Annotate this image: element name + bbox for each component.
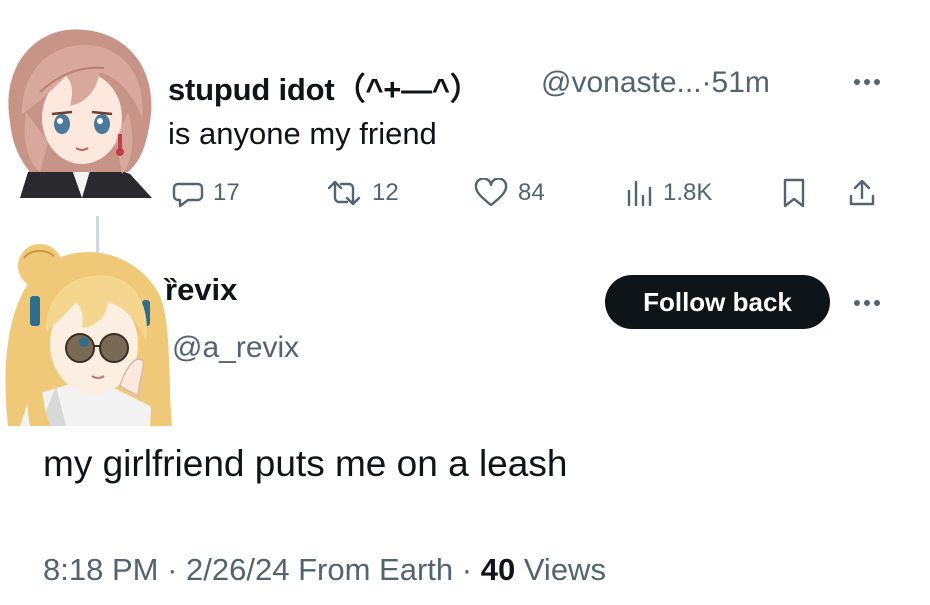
views-button[interactable]: 1.8K [624, 176, 712, 210]
follow-back-button[interactable]: Follow back [605, 275, 830, 329]
retweet-button[interactable]: 12 [325, 176, 399, 210]
separator: · [461, 552, 473, 587]
views-count: 1.8K [663, 179, 713, 206]
like-button[interactable]: 84 [473, 176, 545, 210]
views-label: Views [523, 552, 606, 587]
bookmark-button[interactable] [780, 176, 808, 210]
tweet-source: From Earth [298, 552, 454, 587]
timestamp[interactable]: 51m [712, 66, 770, 99]
tweet-time[interactable]: 8:18 PM [43, 552, 158, 587]
like-count: 84 [518, 179, 545, 206]
views-icon [627, 180, 652, 207]
avatar-vonaste[interactable] [0, 22, 155, 198]
display-name[interactable]: ȑevix [165, 272, 237, 308]
separator: · [167, 552, 178, 587]
more-icon[interactable] [847, 291, 887, 315]
retweet-count: 12 [372, 179, 399, 206]
like-icon [474, 178, 508, 207]
tweet-date[interactable]: 2/26/24 [186, 552, 289, 587]
avatar-revix[interactable] [0, 236, 172, 426]
reply-count: 17 [213, 179, 240, 206]
more-icon[interactable] [847, 70, 887, 94]
tweet-text: my girlfriend puts me on a leash [43, 443, 568, 484]
share-icon [849, 179, 875, 206]
reply-icon [172, 182, 204, 208]
user-handle[interactable]: @a_revix [172, 331, 299, 365]
bookmark-icon [783, 178, 805, 208]
display-name[interactable]: stupud idot（^+—^） [168, 64, 481, 109]
tweet-text: is anyone my friend [168, 116, 437, 151]
handle-and-time: @vonaste...·51m [541, 66, 770, 100]
reply-button[interactable]: 17 [172, 176, 240, 210]
tweet-metadata: 8:18 PM · 2/26/24 From Earth · 40 Views [43, 552, 606, 588]
separator: · [701, 66, 712, 99]
views-number: 40 [480, 552, 516, 587]
share-button[interactable] [846, 176, 878, 210]
user-handle[interactable]: @vonaste... [541, 66, 702, 99]
retweet-icon [327, 180, 361, 206]
